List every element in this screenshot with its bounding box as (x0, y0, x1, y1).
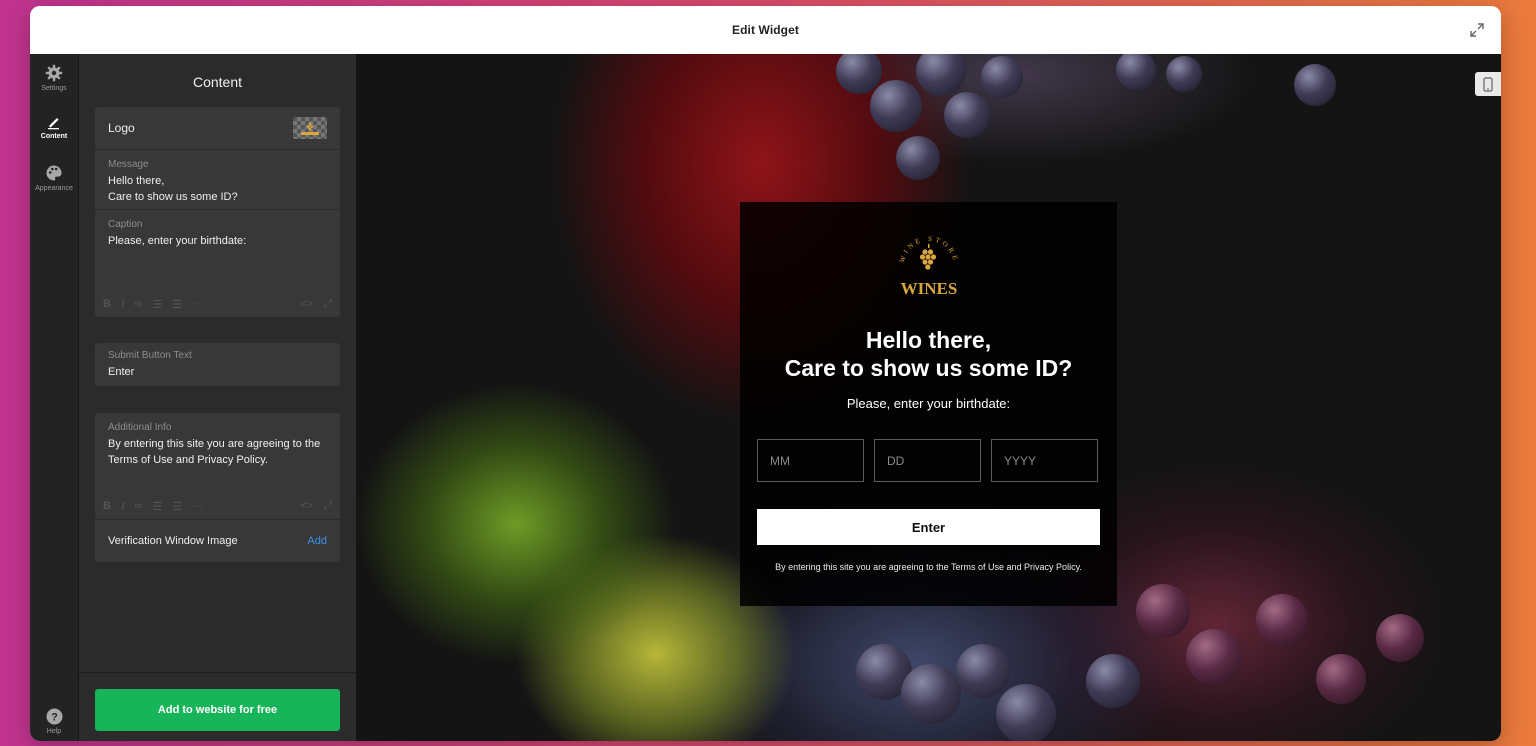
panel-footer: Add to website for free (79, 672, 356, 741)
more-icon[interactable]: ··· (192, 298, 203, 310)
rail-label-appearance: Appearance (35, 185, 73, 192)
additional-info-field[interactable]: Additional Info By entering this site yo… (95, 413, 340, 520)
message-field[interactable]: Message Hello there, Care to show us som… (95, 150, 340, 210)
rail-label-help: Help (46, 728, 62, 735)
grape-decoration (1316, 654, 1366, 704)
wines-logo: WINE STORE WINES (898, 235, 958, 298)
month-input[interactable]: MM (757, 439, 864, 482)
grape-decoration (836, 54, 882, 94)
pencil-icon (48, 118, 59, 130)
logo-thumbnail[interactable] (293, 117, 327, 139)
submit-label: Submit Button Text (108, 350, 192, 361)
grape-decoration (1186, 629, 1242, 685)
add-to-website-button[interactable]: Add to website for free (95, 689, 340, 731)
grape-decoration (1166, 56, 1202, 92)
italic-icon[interactable]: I (121, 500, 125, 512)
bullet-list-icon[interactable]: ☰ (152, 298, 162, 311)
rail-item-content[interactable]: Content (30, 104, 78, 154)
svg-text:?: ? (51, 712, 58, 724)
modal-message: Hello there, Care to show us some ID? (784, 327, 1073, 381)
verification-image-label: Verification Window Image (108, 535, 238, 547)
caption-value: Please, enter your birthdate: (108, 235, 247, 247)
phone-icon (1483, 76, 1493, 92)
link-icon[interactable]: ∞ (135, 298, 143, 310)
additional-card: Additional Info By entering this site yo… (95, 413, 340, 562)
logo-row[interactable]: Logo (95, 107, 340, 150)
additional-label: Additional Info (108, 422, 172, 433)
palette-icon (46, 165, 62, 181)
expand-button[interactable] (1467, 20, 1487, 40)
rail-item-help[interactable]: ? Help (30, 708, 78, 735)
grape-decoration (901, 664, 961, 724)
year-placeholder: YYYY (1004, 453, 1037, 468)
grape-decoration (1294, 64, 1336, 106)
content-panel: Content Logo Message Hello there, Care t… (79, 54, 356, 741)
widget-preview: WINE STORE WINES Hello there, Care to sh… (356, 54, 1501, 741)
day-input[interactable]: DD (874, 439, 981, 482)
day-placeholder: DD (887, 453, 905, 468)
grape-decoration (996, 684, 1056, 741)
more-icon[interactable]: ··· (192, 500, 203, 512)
fullscreen-icon[interactable]: ⤢ (323, 298, 332, 311)
numbered-list-icon[interactable]: ☰ (172, 500, 182, 513)
verification-image-row: Verification Window Image Add (95, 520, 340, 562)
window-title: Edit Widget (732, 23, 799, 37)
italic-icon[interactable]: I (121, 298, 125, 310)
grape-decoration (1086, 654, 1140, 708)
code-icon[interactable]: <> (300, 298, 313, 310)
age-verification-modal: WINE STORE WINES Hello there, Care to sh… (740, 202, 1117, 606)
rail-item-settings[interactable]: Settings (30, 54, 78, 104)
gear-icon (45, 64, 63, 82)
panel-title: Content (192, 74, 243, 90)
sidebar-rail: Settings Content Appearance ? Help (30, 54, 79, 741)
caption-format-toolbar: B I ∞ ☰ ☰ ··· <> ⤢ (103, 297, 332, 311)
grape-decoration (870, 80, 922, 132)
caption-label: Caption (108, 219, 143, 230)
grape-decoration (944, 92, 990, 138)
wines-logo-thumbnail-icon (301, 122, 319, 135)
bold-icon[interactable]: B (103, 298, 111, 310)
grape-decoration (1376, 614, 1424, 662)
logo-label: Logo (108, 121, 135, 135)
logo-text: WINES (901, 279, 958, 298)
fullscreen-icon[interactable]: ⤢ (323, 500, 332, 513)
rail-label-settings: Settings (41, 85, 67, 92)
modal-info-text: By entering this site you are agreeing t… (775, 562, 1082, 572)
numbered-list-icon[interactable]: ☰ (172, 298, 182, 311)
month-placeholder: MM (770, 453, 790, 468)
grape-decoration (916, 54, 966, 96)
help-icon: ? (46, 708, 62, 725)
additional-format-toolbar: B I ∞ ☰ ☰ ··· <> ⤢ (103, 499, 332, 513)
grape-decoration (1116, 54, 1156, 90)
year-input[interactable]: YYYY (991, 439, 1098, 482)
rail-item-appearance[interactable]: Appearance (30, 154, 78, 204)
message-value: Hello there, Care to show us some ID? (108, 175, 238, 203)
grape-decoration (956, 644, 1010, 698)
caption-field[interactable]: Caption Please, enter your birthdate: B … (95, 210, 340, 317)
submit-value: Enter (108, 366, 135, 378)
expand-icon (1470, 23, 1484, 37)
mobile-preview-button[interactable] (1475, 72, 1501, 96)
bullet-list-icon[interactable]: ☰ (152, 500, 162, 513)
grape-decoration (1256, 594, 1308, 646)
title-bar: Edit Widget (30, 6, 1501, 55)
bold-icon[interactable]: B (103, 500, 111, 512)
submit-text-field[interactable]: Submit Button Text Enter (95, 343, 340, 386)
additional-value: By entering this site you are agreeing t… (108, 438, 321, 466)
add-image-link[interactable]: Add (307, 535, 327, 547)
message-label: Message (108, 159, 149, 170)
grape-decoration (981, 56, 1023, 98)
edit-widget-window: Edit Widget Settings Content Appearance … (30, 6, 1501, 741)
modal-caption: Please, enter your birthdate: (846, 396, 1011, 411)
grape-decoration (896, 136, 940, 180)
enter-button[interactable]: Enter (757, 509, 1100, 545)
grape-decoration (1136, 584, 1190, 638)
content-card: Logo Message Hello there, Care to show u… (95, 107, 340, 317)
code-icon[interactable]: <> (300, 500, 313, 512)
rail-label-content: Content (40, 133, 68, 140)
link-icon[interactable]: ∞ (135, 500, 143, 512)
